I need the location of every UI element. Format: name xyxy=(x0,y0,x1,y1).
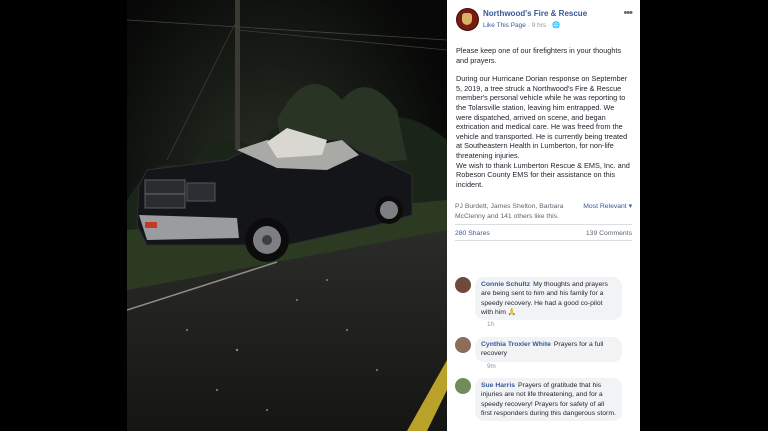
post-header: Northwood's Fire & Rescue Like This Page… xyxy=(447,0,640,36)
avatar[interactable] xyxy=(455,378,471,394)
more-options-icon[interactable]: ••• xyxy=(623,7,633,19)
sort-comments-dropdown[interactable]: Most Relevant ▾ xyxy=(583,202,632,210)
separator-dot: · xyxy=(547,22,551,29)
post-paragraph: During our Hurricane Dorian response on … xyxy=(456,74,628,160)
post-meta: Like This Page · 9 hrs · 🌐 xyxy=(483,21,560,29)
reactions-row: PJ Burdett, James Shelton, Barbara McCle… xyxy=(455,198,632,226)
comment-time[interactable]: 1h xyxy=(487,321,494,328)
comment-author[interactable]: Connie Schultz xyxy=(481,281,530,288)
post-paragraph: We wish to thank Lumberton Rescue & EMS,… xyxy=(456,160,630,189)
post-time[interactable]: 9 hrs xyxy=(532,22,546,29)
wrecked-truck-photo xyxy=(127,0,447,431)
like-page-link[interactable]: Like This Page xyxy=(483,22,526,29)
shares-link[interactable]: 280 Shares xyxy=(455,230,490,237)
page-name-link[interactable]: Northwood's Fire & Rescue xyxy=(483,9,587,18)
avatar[interactable] xyxy=(455,337,471,353)
avatar[interactable] xyxy=(455,277,471,293)
facebook-post-panel: Northwood's Fire & Rescue Like This Page… xyxy=(447,0,640,431)
page-avatar[interactable] xyxy=(456,8,479,31)
comment-author[interactable]: Sue Harris xyxy=(481,382,515,389)
comment-bubble: Sue Harris Prayers of gratitude that his … xyxy=(475,378,622,422)
comments-count-link[interactable]: 139 Comments xyxy=(586,230,632,237)
comment-author[interactable]: Cynthia Troxler White xyxy=(481,341,551,348)
post-body: Please keep one of our firefighters in y… xyxy=(447,36,640,189)
post-paragraph: Please keep one of our firefighters in y… xyxy=(456,46,622,65)
comment-bubble: Cynthia Troxler White Prayers for a full … xyxy=(475,337,622,362)
post-photo[interactable] xyxy=(127,0,447,431)
meta-separator: · xyxy=(527,22,530,29)
comment-time[interactable]: 9m xyxy=(487,363,496,370)
globe-icon: 🌐 xyxy=(551,22,561,29)
comment-bubble: Connie Schultz My thoughts and prayers ar… xyxy=(475,277,622,321)
engagement-counts: 280 Shares 139 Comments xyxy=(455,225,632,242)
reaction-names-link[interactable]: PJ Burdett, James Shelton, Barbara McCle… xyxy=(455,202,580,221)
